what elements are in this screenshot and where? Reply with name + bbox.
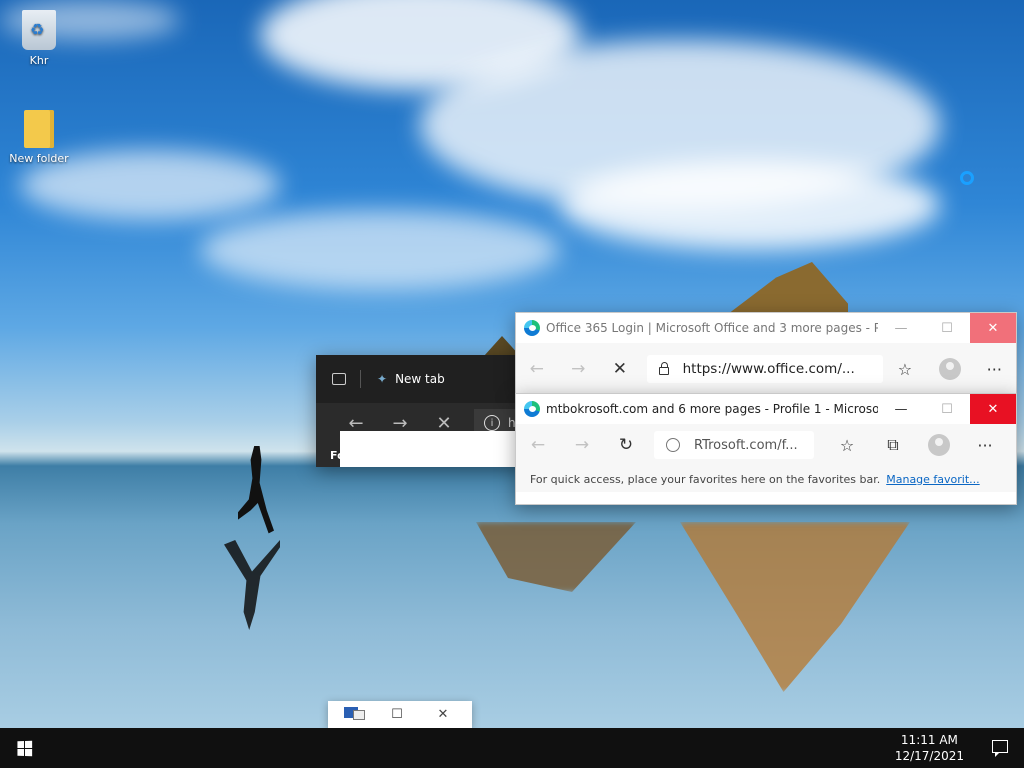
favorites-icon[interactable]: ☆ xyxy=(824,436,870,455)
profile-avatar-icon[interactable] xyxy=(928,434,950,456)
powershell-window-icon[interactable] xyxy=(328,707,374,722)
globe-icon[interactable] xyxy=(666,438,680,452)
desktop-icon-recycle-bin[interactable]: Khr xyxy=(4,10,74,67)
page-content-area xyxy=(340,431,526,467)
refresh-button[interactable]: ↻ xyxy=(604,435,648,455)
maximize-button[interactable]: ☐ xyxy=(924,394,970,424)
favorites-hint-text: For quick access, place your favorites h… xyxy=(530,472,881,486)
divider xyxy=(360,370,361,388)
wallpaper-reflection xyxy=(476,522,636,592)
browser-window-new-tab[interactable]: ✦ New tab ← → ✕ i ht Fo xyxy=(316,355,526,467)
maximize-button[interactable]: ☐ xyxy=(924,313,970,343)
maximize-button[interactable]: ☐ xyxy=(374,707,420,722)
notification-center-icon[interactable] xyxy=(992,740,1008,757)
favorites-bar: For quick access, place your favorites h… xyxy=(516,466,1016,492)
tab-strip: ✦ New tab xyxy=(316,355,526,403)
edge-logo-icon xyxy=(524,320,540,336)
floating-window-controls[interactable]: ☐ ✕ xyxy=(328,701,472,728)
stop-button[interactable]: ✕ xyxy=(599,359,641,379)
address-text: RTrosoft.com/f... xyxy=(694,437,798,453)
window-title: Office 365 Login | Microsoft Office and … xyxy=(546,321,878,335)
taskbar: 11:11 AM 12/17/2021 xyxy=(0,728,1024,768)
tab-new-tab[interactable]: New tab xyxy=(395,372,445,386)
desktop-icon-new-folder[interactable]: New folder xyxy=(4,110,74,165)
title-bar[interactable]: mtbokrosoft.com and 6 more pages - Profi… xyxy=(516,394,1016,424)
cortana-ring-icon xyxy=(960,171,974,185)
lock-icon[interactable] xyxy=(658,362,669,375)
manage-favorites-link[interactable]: Manage favorit... xyxy=(886,473,979,486)
wallpaper-cloud xyxy=(560,160,940,250)
address-bar[interactable]: https://www.office.com/... xyxy=(646,355,884,383)
more-menu-button[interactable]: ··· xyxy=(962,436,1008,455)
tab-actions-icon[interactable] xyxy=(332,373,346,385)
navigation-bar: ← → ✕ https://www.office.com/... ☆ ··· xyxy=(516,343,1016,395)
new-tab-sparkle-icon: ✦ xyxy=(377,372,388,386)
title-bar[interactable]: Office 365 Login | Microsoft Office and … xyxy=(516,313,1016,343)
windows-logo-icon xyxy=(16,740,32,756)
profile-avatar-icon[interactable] xyxy=(938,358,961,380)
clock-time: 11:11 AM xyxy=(900,733,958,747)
forward-button[interactable]: → xyxy=(560,435,604,455)
wallpaper-reflection xyxy=(680,522,910,692)
browser-window-mtbokrosoft[interactable]: mtbokrosoft.com and 6 more pages - Profi… xyxy=(515,393,1017,505)
close-button[interactable]: ✕ xyxy=(970,313,1016,343)
recycle-bin-icon xyxy=(22,10,56,50)
back-button[interactable]: ← xyxy=(516,435,560,455)
navigation-bar: ← → ↻ RTrosoft.com/f... ☆ ⧉ ··· xyxy=(516,424,1016,466)
minimize-button[interactable]: — xyxy=(878,394,924,424)
address-text: https://www.office.com/... xyxy=(682,361,855,377)
clock-date: 12/17/2021 xyxy=(894,749,964,763)
forward-button[interactable]: → xyxy=(558,359,600,379)
desktop: Khr New folder ✦ New tab ← → ✕ i ht Fo xyxy=(0,0,1024,728)
wallpaper-runner xyxy=(238,446,274,534)
info-icon[interactable]: i xyxy=(484,415,500,431)
desktop-icon-label: Khr xyxy=(29,54,49,67)
close-button[interactable]: ✕ xyxy=(420,707,466,722)
minimize-button[interactable]: — xyxy=(878,313,924,343)
start-button[interactable] xyxy=(0,728,48,768)
window-title: mtbokrosoft.com and 6 more pages - Profi… xyxy=(546,402,878,416)
wallpaper-runner-reflection xyxy=(224,540,280,630)
edge-logo-icon xyxy=(524,401,540,417)
address-bar[interactable]: RTrosoft.com/f... xyxy=(654,431,814,459)
add-favorite-icon[interactable]: ☆ xyxy=(883,360,926,379)
folder-icon xyxy=(24,110,54,148)
browser-window-office[interactable]: Office 365 Login | Microsoft Office and … xyxy=(515,312,1017,395)
desktop-icon-label: New folder xyxy=(9,152,69,165)
wallpaper-cloud xyxy=(200,210,560,290)
wallpaper-rock xyxy=(728,262,848,314)
system-clock[interactable]: 11:11 AM 12/17/2021 xyxy=(895,732,964,764)
back-button[interactable]: ← xyxy=(516,359,558,379)
more-menu-button[interactable]: ··· xyxy=(973,360,1016,379)
close-button[interactable]: ✕ xyxy=(970,394,1016,424)
collections-icon[interactable]: ⧉ xyxy=(870,435,916,455)
